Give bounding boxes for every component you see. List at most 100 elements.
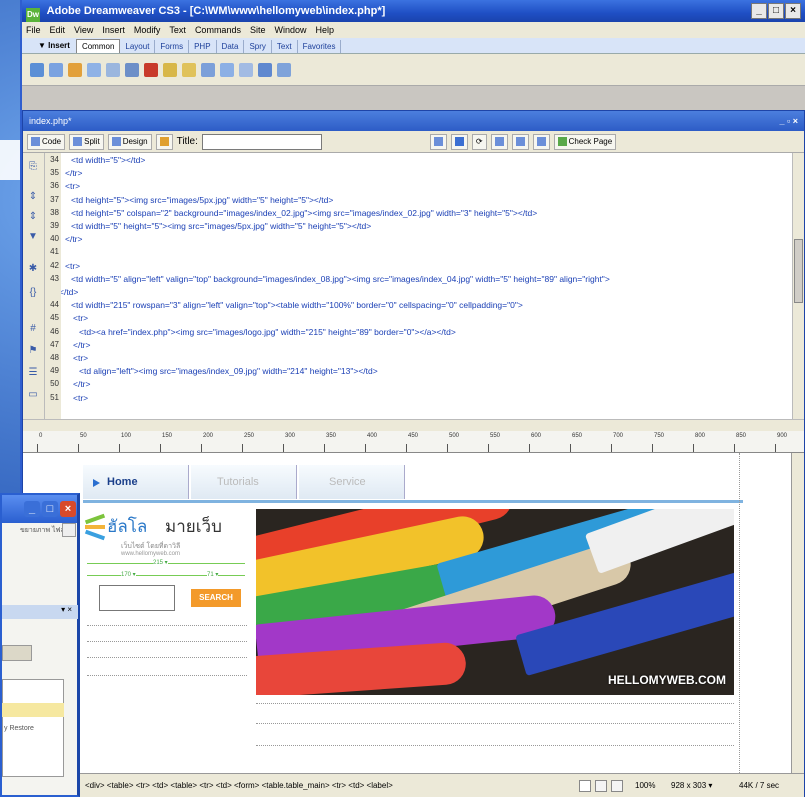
restore-button[interactable]: □ xyxy=(768,3,784,19)
named-anchor-icon[interactable] xyxy=(68,62,82,77)
cell-divider xyxy=(87,625,247,626)
insert-tab-text[interactable]: Text xyxy=(272,40,298,53)
ruler-label: 300 xyxy=(285,433,296,439)
select-tool-icon[interactable] xyxy=(579,780,591,792)
minimize-button[interactable]: _ xyxy=(751,3,767,19)
open-documents-icon[interactable]: ⎘ xyxy=(27,161,39,173)
background-close-button[interactable]: × xyxy=(60,501,76,517)
view-options-button[interactable] xyxy=(490,133,508,150)
date-icon[interactable] xyxy=(182,62,196,77)
media-icon[interactable] xyxy=(163,62,177,77)
collapse-tag-icon[interactable]: ⇕ xyxy=(27,191,39,203)
preview-button[interactable] xyxy=(450,133,468,150)
menu-view[interactable]: View xyxy=(74,25,93,35)
code-scroll-thumb[interactable] xyxy=(794,239,803,303)
expand-all-icon[interactable]: ▼ xyxy=(27,231,39,243)
templates-icon[interactable] xyxy=(258,62,272,77)
div-icon[interactable] xyxy=(106,62,120,77)
background-tab[interactable] xyxy=(2,645,32,661)
window-size[interactable]: 928 x 303 ▾ xyxy=(671,774,712,797)
select-parent-tag-icon[interactable]: ✱ xyxy=(27,263,39,275)
apply-comment-icon[interactable]: ▭ xyxy=(27,389,39,401)
menu-site[interactable]: Site xyxy=(250,25,266,35)
menu-modify[interactable]: Modify xyxy=(134,25,161,35)
insert-tab-php[interactable]: PHP xyxy=(189,40,217,53)
window-controls: _ □ × xyxy=(751,3,801,19)
title-input[interactable] xyxy=(201,133,322,150)
insert-tab-favorites[interactable]: Favorites xyxy=(298,40,342,53)
script-icon[interactable] xyxy=(239,62,253,77)
layer-icon[interactable] xyxy=(125,62,139,77)
background-dropdown-icon[interactable] xyxy=(62,523,76,537)
zoom-tool-icon[interactable] xyxy=(611,780,623,792)
browser-check-button[interactable] xyxy=(429,133,447,150)
zoom-level[interactable]: 100% xyxy=(635,774,655,797)
comment-icon[interactable] xyxy=(201,62,215,77)
code-view-button[interactable]: Code xyxy=(27,133,66,150)
table-icon[interactable] xyxy=(87,62,101,77)
background-list-selected[interactable] xyxy=(2,703,64,717)
ruler-label: 150 xyxy=(162,433,173,439)
code-line: <td width="5" height="5"><img src="image… xyxy=(71,221,372,231)
menu-text[interactable]: Text xyxy=(169,25,186,35)
menu-file[interactable]: File xyxy=(26,25,41,35)
tag-selector[interactable]: <div> <table> <tr> <td> <table> <tr> <td… xyxy=(85,774,393,797)
banner-image: HELLOMYWEB.COM xyxy=(256,509,734,695)
line-numbers-icon[interactable]: # xyxy=(27,323,39,335)
head-icon[interactable] xyxy=(220,62,234,77)
insert-label[interactable]: ▼ Insert xyxy=(38,41,70,50)
document-window: index.php* _ ▫ × Code Split Design Title… xyxy=(22,110,805,797)
design-view-button[interactable]: Design xyxy=(107,133,152,150)
highlight-invalid-icon[interactable]: ⚑ xyxy=(27,345,39,357)
live-data-button[interactable] xyxy=(155,133,173,150)
code-line: </td> xyxy=(61,287,79,297)
search-button[interactable]: SEARCH xyxy=(191,589,241,607)
document-tab[interactable]: index.php* xyxy=(29,116,72,126)
hyperlink-icon[interactable] xyxy=(30,62,44,77)
code-editor[interactable]: <td width="5"></td> </tr> <tr> <td height="… xyxy=(61,153,792,419)
search-input[interactable] xyxy=(99,585,175,611)
background-minimize-button[interactable]: _ xyxy=(24,501,40,517)
background-list-item[interactable]: y Restore xyxy=(4,725,77,732)
design-icon xyxy=(111,137,121,146)
nav-service[interactable]: Service xyxy=(299,465,405,499)
width-71: 71 ▾ xyxy=(207,571,219,578)
visual-aids-button[interactable] xyxy=(511,133,529,150)
hand-tool-icon[interactable] xyxy=(595,780,607,792)
insert-tab-data[interactable]: Data xyxy=(217,40,245,53)
background-maximize-button[interactable]: □ xyxy=(42,501,58,517)
close-button[interactable]: × xyxy=(785,3,801,19)
menu-edit[interactable]: Edit xyxy=(50,25,66,35)
validate-button[interactable] xyxy=(532,133,550,150)
design-vertical-scrollbar[interactable] xyxy=(792,453,804,773)
refresh-button[interactable]: ⟳ xyxy=(471,133,487,150)
logo-thai-2: มายเว็บ xyxy=(165,517,222,536)
image-icon[interactable] xyxy=(144,62,158,77)
insert-tab-common[interactable]: Common xyxy=(75,39,121,53)
split-view-button[interactable]: Split xyxy=(69,133,104,150)
check-page-button[interactable]: Check Page xyxy=(553,133,617,150)
menu-insert[interactable]: Insert xyxy=(102,25,125,35)
insert-tab-spry[interactable]: Spry xyxy=(244,40,272,53)
code-horizontal-scrollbar[interactable] xyxy=(23,419,804,431)
view-options-icon xyxy=(494,137,504,146)
tag-chooser-icon[interactable] xyxy=(277,62,291,77)
nav-tutorials[interactable]: Tutorials xyxy=(191,465,297,499)
insert-tab-forms[interactable]: Forms xyxy=(155,40,190,53)
collapse-selection-icon[interactable]: ⇕ xyxy=(27,211,39,223)
insert-tab-layout[interactable]: Layout xyxy=(120,40,156,53)
code-vertical-scrollbar[interactable] xyxy=(792,153,804,419)
menu-commands[interactable]: Commands xyxy=(195,25,241,35)
background-window: _ □ × ขยายภาพ ไฟล์ ▾ × y Restore xyxy=(0,493,80,797)
code-view: ⎘ ⇕ ⇕ ▼ ✱ {} # ⚑ ☰ ▭ 34 35 36 37 38 39 40 41 42 4… xyxy=(23,153,804,419)
design-view[interactable]: Home Tutorials Service ฮัลโล มายเว็บ เว็… xyxy=(23,453,792,773)
syntax-coloring-icon[interactable]: ☰ xyxy=(27,367,39,379)
line-number: 35 xyxy=(50,168,59,178)
menu-help[interactable]: Help xyxy=(315,25,334,35)
balance-braces-icon[interactable]: {} xyxy=(27,287,39,299)
nav-home[interactable]: Home xyxy=(83,465,189,499)
menu-window[interactable]: Window xyxy=(274,25,306,35)
cell-divider xyxy=(256,745,734,746)
document-controls[interactable]: _ ▫ × xyxy=(780,111,798,131)
email-link-icon[interactable] xyxy=(49,62,63,77)
